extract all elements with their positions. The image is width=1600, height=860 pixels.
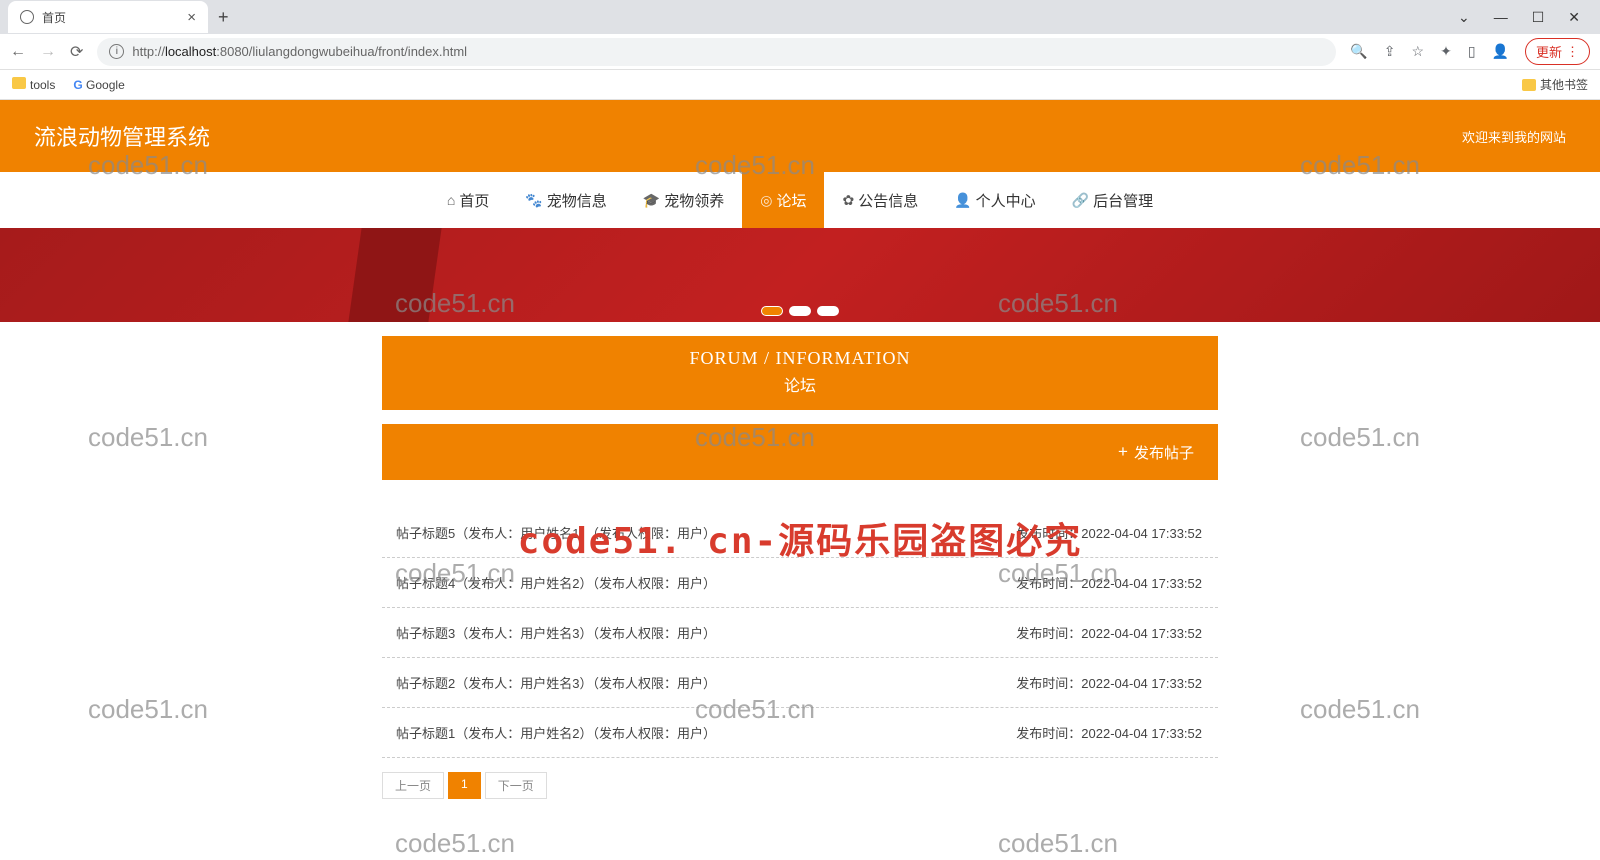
nav-item-宠物信息[interactable]: 🐾 宠物信息 [507, 172, 624, 228]
watermark: code51.cn [1300, 694, 1420, 725]
post-row[interactable]: 帖子标题1（发布人：用户姓名2）（发布人权限：用户）发布时间：2022-04-0… [382, 708, 1218, 758]
nav-icon: 🔗 [1072, 192, 1089, 209]
star-icon[interactable]: ☆ [1412, 43, 1425, 60]
watermark: code51.cn [998, 828, 1118, 859]
browser-tab[interactable]: 首页 × [8, 1, 208, 33]
main-nav: ⌂首页🐾宠物信息🎓宠物领养◎论坛✿公告信息👤个人中心🔗后台管理 [0, 172, 1600, 228]
post-row[interactable]: 帖子标题3（发布人：用户姓名3）（发布人权限：用户）发布时间：2022-04-0… [382, 608, 1218, 658]
nav-icon: 🐾 [525, 192, 542, 209]
nav-item-首页[interactable]: ⌂首页 [429, 172, 507, 228]
nav-icon: ✿ [842, 192, 854, 209]
nav-item-公告信息[interactable]: ✿公告信息 [824, 172, 936, 228]
post-time: 发布时间：2022-04-04 17:33:52 [1016, 523, 1202, 542]
nav-item-个人中心[interactable]: 👤 个人中心 [936, 172, 1053, 228]
nav-label: 公告信息 [858, 190, 918, 211]
reader-icon[interactable]: ▯ [1468, 43, 1476, 60]
nav-item-宠物领养[interactable]: 🎓宠物领养 [625, 172, 742, 228]
site-info-icon[interactable]: i [109, 44, 124, 59]
section-title-en: FORUM / INFORMATION [382, 348, 1218, 369]
watermark: code51.cn [88, 422, 208, 453]
bookmark-other[interactable]: 其他书签 [1522, 76, 1588, 93]
close-window-icon[interactable]: ✕ [1568, 9, 1580, 26]
search-icon[interactable]: 🔍 [1350, 43, 1367, 60]
post-title: 帖子标题1（发布人：用户姓名2）（发布人权限：用户） [396, 723, 1016, 742]
nav-icon: 👤 [954, 192, 971, 209]
post-time: 发布时间：2022-04-04 17:33:52 [1016, 573, 1202, 592]
nav-label: 宠物信息 [547, 190, 607, 211]
watermark: code51.cn [88, 694, 208, 725]
post-title: 帖子标题4（发布人：用户姓名2）（发布人权限：用户） [396, 573, 1016, 592]
watermark: code51.cn [1300, 422, 1420, 453]
bookmark-google[interactable]: G Google [73, 78, 124, 92]
nav-label: 个人中心 [976, 190, 1036, 211]
address-bar[interactable]: i http://localhost:8080/liulangdongwubei… [97, 38, 1336, 66]
reload-icon[interactable]: ⟳ [70, 42, 83, 62]
carousel-dot[interactable] [789, 306, 811, 316]
nav-icon: ⌂ [447, 192, 455, 208]
carousel-dot[interactable] [761, 306, 783, 316]
pager-prev[interactable]: 上一页 [382, 772, 444, 799]
post-list: 帖子标题5（发布人：用户姓名1）（发布人权限：用户）发布时间：2022-04-0… [382, 508, 1218, 758]
nav-label: 宠物领养 [664, 190, 724, 211]
post-title: 帖子标题5（发布人：用户姓名1）（发布人权限：用户） [396, 523, 1016, 542]
post-row[interactable]: 帖子标题2（发布人：用户姓名3）（发布人权限：用户）发布时间：2022-04-0… [382, 658, 1218, 708]
section-title-cn: 论坛 [382, 372, 1218, 396]
nav-icon: ◎ [760, 192, 772, 209]
minimize-icon[interactable]: — [1494, 9, 1508, 26]
extensions-icon[interactable]: ✦ [1440, 43, 1452, 60]
nav-label: 后台管理 [1093, 190, 1153, 211]
watermark: code51.cn [395, 828, 515, 859]
post-row[interactable]: 帖子标题4（发布人：用户姓名2）（发布人权限：用户）发布时间：2022-04-0… [382, 558, 1218, 608]
back-icon[interactable]: ← [10, 43, 26, 61]
profile-icon[interactable]: 👤 [1492, 43, 1509, 60]
pager-page-1[interactable]: 1 [448, 772, 481, 799]
chevron-down-icon[interactable]: ⌄ [1458, 9, 1470, 26]
carousel-dots [761, 306, 839, 316]
pager-next[interactable]: 下一页 [485, 772, 547, 799]
globe-icon [20, 10, 34, 24]
new-post-button[interactable]: + 发布帖子 [1118, 442, 1194, 463]
close-icon[interactable]: × [187, 9, 196, 26]
nav-icon: 🎓 [643, 192, 660, 209]
plus-icon: + [1118, 442, 1128, 462]
bookmark-tools[interactable]: tools [12, 77, 55, 92]
post-title: 帖子标题2（发布人：用户姓名3）（发布人权限：用户） [396, 673, 1016, 692]
nav-item-论坛[interactable]: ◎论坛 [742, 172, 824, 228]
new-tab-button[interactable]: + [208, 7, 239, 28]
nav-label: 首页 [459, 190, 489, 211]
post-title: 帖子标题3（发布人：用户姓名3）（发布人权限：用户） [396, 623, 1016, 642]
forward-icon[interactable]: → [40, 43, 56, 61]
section-header: FORUM / INFORMATION 论坛 [382, 336, 1218, 410]
welcome-text: 欢迎来到我的网站 [1462, 127, 1566, 146]
nav-item-后台管理[interactable]: 🔗后台管理 [1054, 172, 1171, 228]
nav-label: 论坛 [776, 190, 806, 211]
carousel-dot[interactable] [817, 306, 839, 316]
carousel-banner [0, 228, 1600, 322]
tab-title: 首页 [42, 9, 66, 26]
post-row[interactable]: 帖子标题5（发布人：用户姓名1）（发布人权限：用户）发布时间：2022-04-0… [382, 508, 1218, 558]
maximize-icon[interactable]: ☐ [1532, 9, 1545, 26]
system-title: 流浪动物管理系统 [34, 120, 210, 152]
share-icon[interactable]: ⇪ [1384, 43, 1396, 60]
post-time: 发布时间：2022-04-04 17:33:52 [1016, 723, 1202, 742]
update-button[interactable]: 更新⋮ [1525, 38, 1590, 65]
post-time: 发布时间：2022-04-04 17:33:52 [1016, 623, 1202, 642]
post-time: 发布时间：2022-04-04 17:33:52 [1016, 673, 1202, 692]
